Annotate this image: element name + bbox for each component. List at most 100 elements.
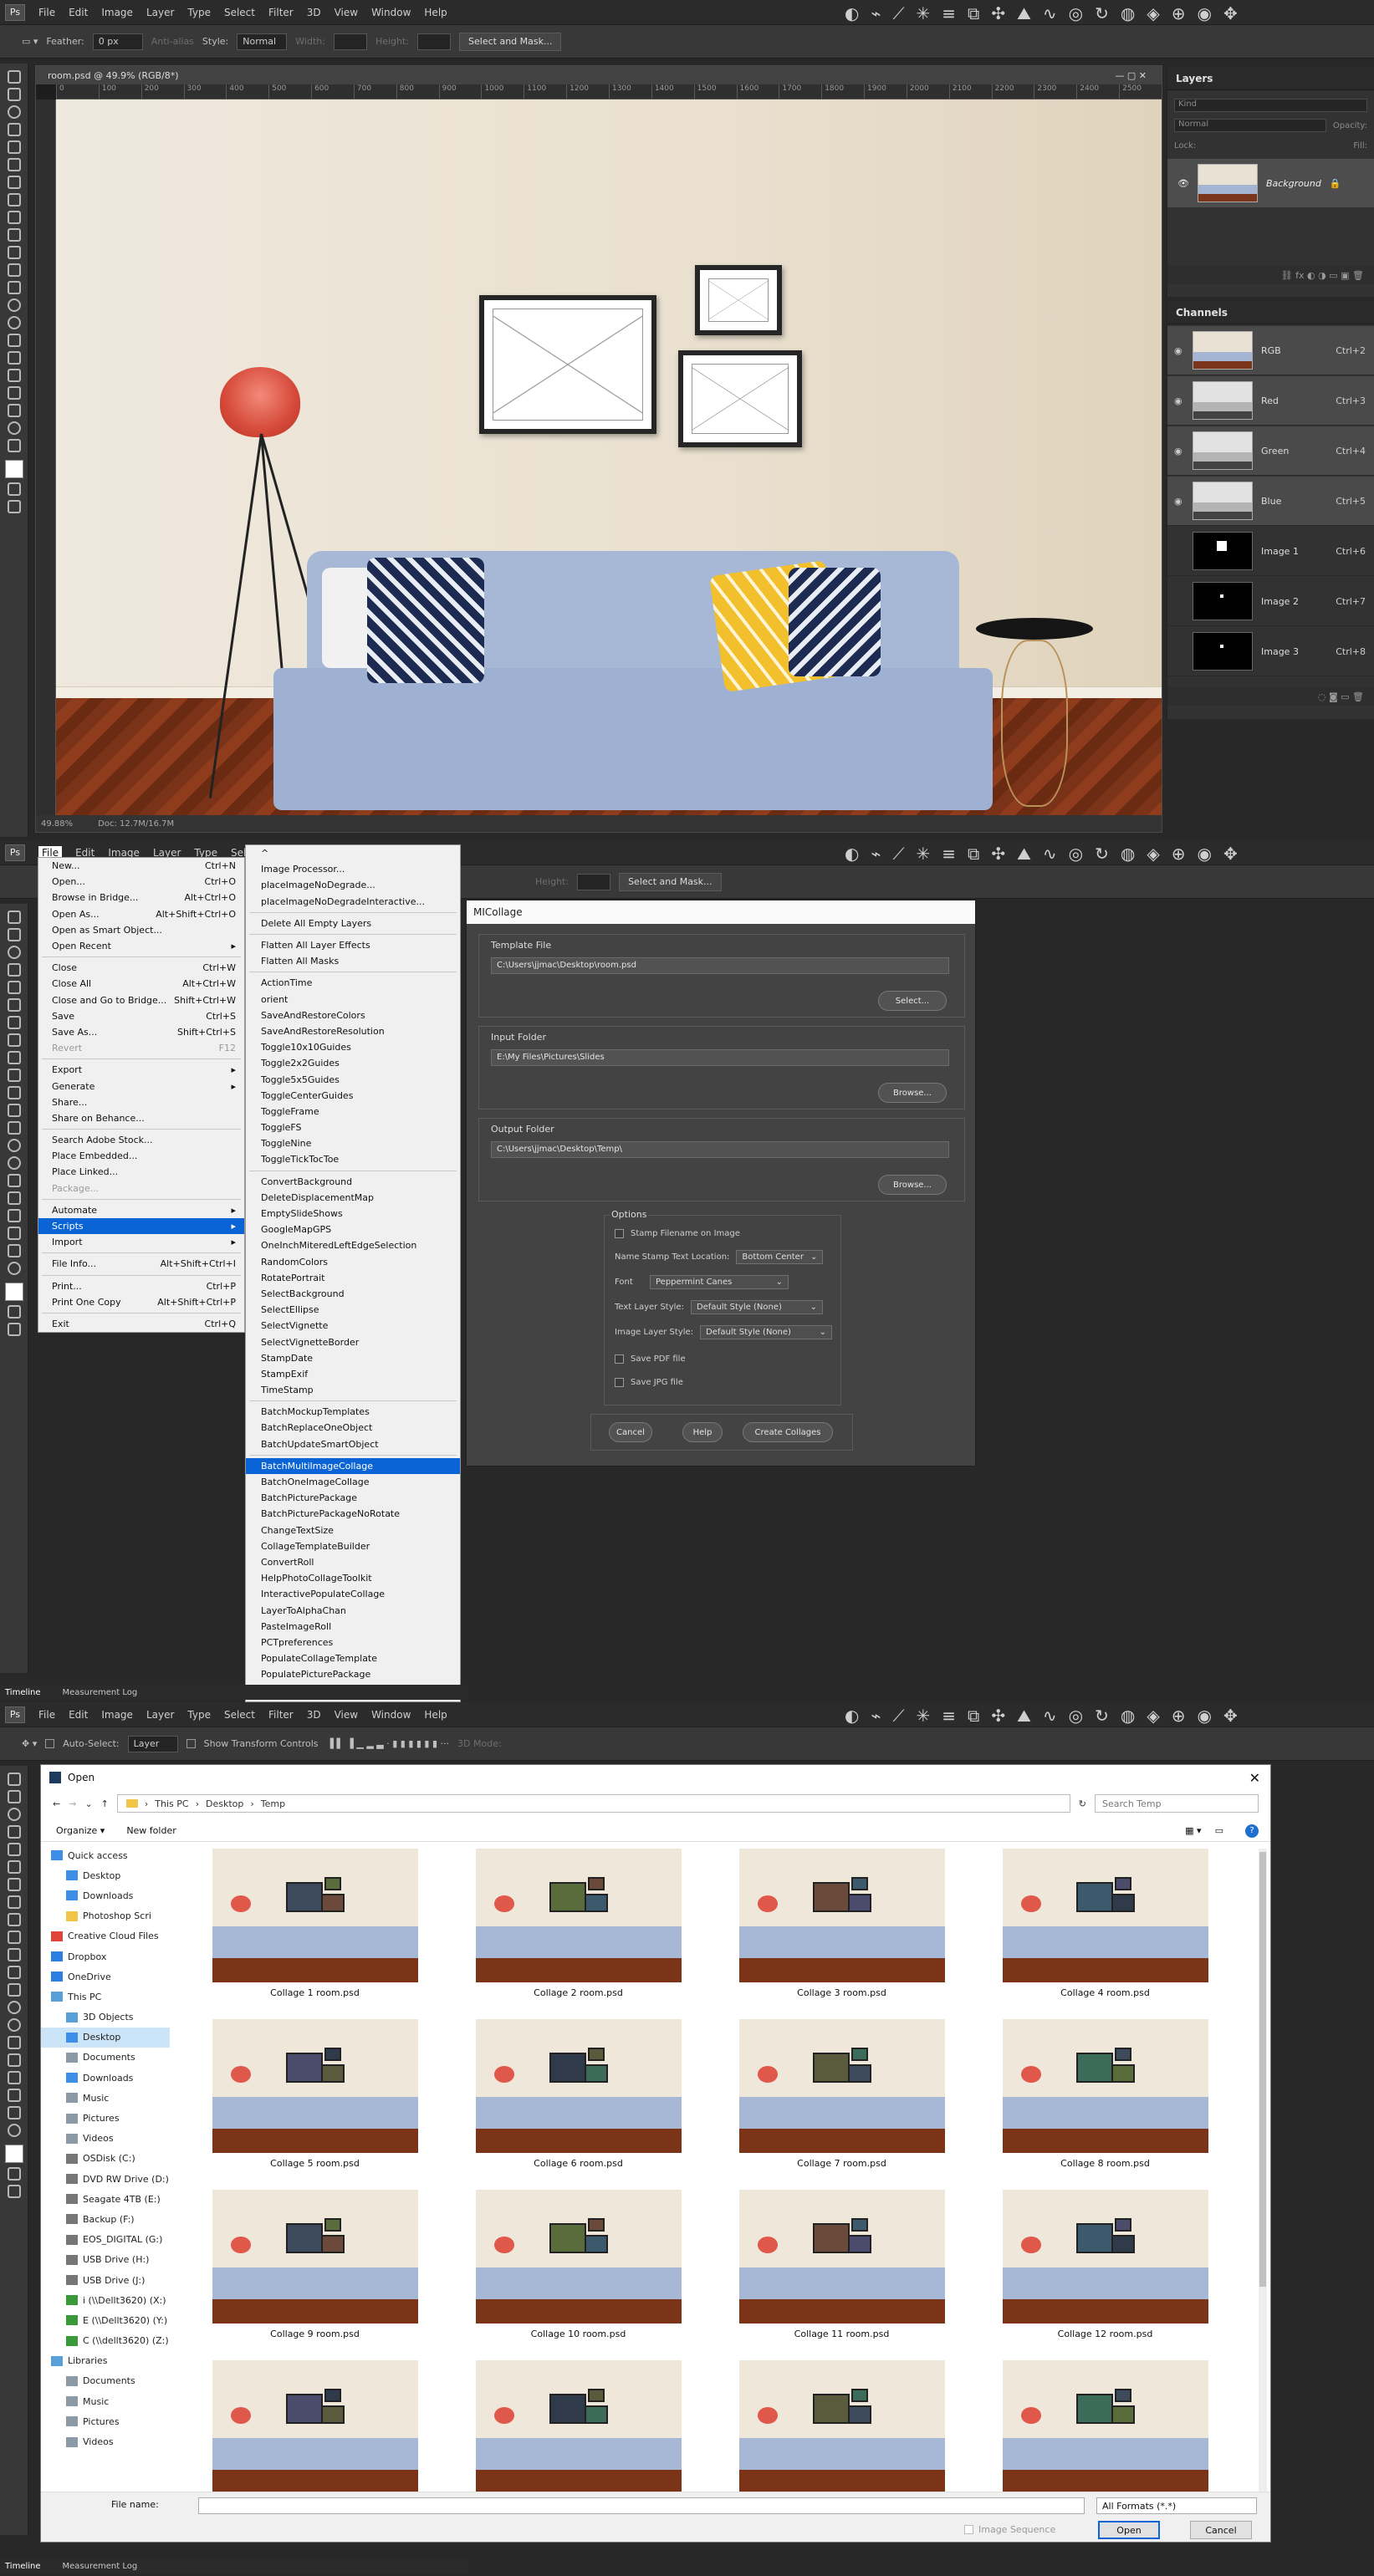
- vertical-scrollbar[interactable]: [1259, 1849, 1267, 2492]
- nav-item[interactable]: i (\\Dellt3620) (X:): [41, 2290, 170, 2310]
- scripts-menu-item[interactable]: ConvertRoll: [246, 1554, 460, 1570]
- dodge-icon[interactable]: [7, 2018, 21, 2032]
- file-tile[interactable]: Collage 6 room.psd: [447, 2019, 710, 2169]
- zoom-level[interactable]: 49.88%: [41, 819, 73, 829]
- template-file-input[interactable]: C:\Users\jjmac\Desktop\room.psd: [491, 957, 949, 974]
- path-select-icon[interactable]: [7, 369, 21, 382]
- style-select[interactable]: Normal: [237, 33, 288, 50]
- color-swatch[interactable]: [4, 2145, 23, 2163]
- breadcrumb-this-pc[interactable]: This PC: [155, 1798, 188, 1809]
- scripts-menu-item[interactable]: ^: [246, 845, 460, 861]
- nav-item[interactable]: This PC: [41, 1987, 170, 2007]
- file-menu-item[interactable]: Open as Smart Object...: [38, 922, 244, 938]
- file-tile[interactable]: Collage 9 room.psd: [183, 2190, 447, 2339]
- file-tile[interactable]: Collage 1 room.psd: [183, 1849, 447, 1998]
- clone-stamp-icon[interactable]: [7, 228, 21, 242]
- file-tile[interactable]: Collage 7 room.psd: [710, 2019, 973, 2169]
- nav-item[interactable]: USB Drive (H:): [41, 2250, 170, 2270]
- file-menu-item[interactable]: Save As... Shift+Ctrl+S: [38, 1024, 244, 1040]
- stamp-filename-checkbox[interactable]: [615, 1228, 624, 1238]
- rectangle-tool-icon[interactable]: [7, 1227, 21, 1240]
- eye-icon[interactable]: ◉: [1174, 446, 1184, 457]
- image-style-select[interactable]: Default Style (None) ⌄: [700, 1324, 833, 1339]
- channels-tab[interactable]: Channels: [1167, 301, 1374, 324]
- nav-item[interactable]: DVD RW Drive (D:): [41, 2169, 170, 2189]
- menu-edit[interactable]: Edit: [69, 1709, 88, 1721]
- scripts-menu-item[interactable]: CollageTemplateBuilder: [246, 1538, 460, 1554]
- scripts-menu-item[interactable]: SelectEllipse: [246, 1302, 460, 1318]
- nav-item[interactable]: Videos: [41, 2431, 170, 2451]
- eraser-icon[interactable]: [7, 263, 21, 277]
- scripts-menu-item[interactable]: SaveAndRestoreResolution: [246, 1023, 460, 1039]
- file-menu-item[interactable]: Import ▸: [38, 1234, 244, 1250]
- transform-icon[interactable]: ✣: [991, 1706, 1005, 1726]
- marquee-tool-icon[interactable]: [7, 928, 21, 941]
- path-select-icon[interactable]: [7, 1209, 21, 1222]
- cylinder-icon[interactable]: ◍: [1121, 3, 1135, 23]
- pan-icon[interactable]: ✥: [1223, 844, 1238, 864]
- frame-tool-icon[interactable]: [7, 998, 21, 1012]
- file-menu-item[interactable]: Browse in Bridge... Alt+Ctrl+O: [38, 890, 244, 905]
- nav-item[interactable]: USB Drive (J:): [41, 2270, 170, 2290]
- nav-item[interactable]: E (\\Dellt3620) (Y:): [41, 2310, 170, 2330]
- crop-tool-icon[interactable]: [7, 1843, 21, 1856]
- scripts-menu-item[interactable]: BatchReplaceOneObject: [246, 1420, 460, 1436]
- nav-item[interactable]: Pictures: [41, 2411, 170, 2431]
- scripts-menu-item[interactable]: ToggleFS: [246, 1120, 460, 1135]
- browse-input-button[interactable]: Browse...: [878, 1083, 947, 1103]
- refresh-icon[interactable]: ↻: [1079, 1798, 1086, 1809]
- scrollbar-thumb[interactable]: [1259, 1852, 1266, 2287]
- scripts-menu-item[interactable]: InteractivePopulateCollage: [246, 1586, 460, 1602]
- file-type-select[interactable]: All Formats (*.*): [1096, 2497, 1257, 2514]
- pen-tool-icon[interactable]: [7, 2036, 21, 2049]
- eyedropper-icon[interactable]: [7, 176, 21, 189]
- menu-window[interactable]: Window: [371, 1709, 411, 1721]
- gradient-icon[interactable]: [7, 1121, 21, 1135]
- feather-input[interactable]: 0 px: [92, 33, 143, 50]
- pen-tool-icon[interactable]: [7, 1174, 21, 1187]
- file-menu-item[interactable]: Place Embedded...: [38, 1148, 244, 1164]
- healing-brush-icon[interactable]: [7, 1895, 21, 1909]
- scripts-menu-item[interactable]: RotatePortrait: [246, 1270, 460, 1286]
- nav-item[interactable]: Downloads: [41, 1885, 170, 1905]
- type-tool-icon[interactable]: [7, 351, 21, 365]
- layer-background[interactable]: 👁 Background 🔒: [1167, 159, 1374, 207]
- blur-icon[interactable]: [7, 298, 21, 312]
- scripts-menu-item[interactable]: StampExif: [246, 1366, 460, 1382]
- tab-timeline[interactable]: Timeline: [5, 2562, 41, 2571]
- file-tile[interactable]: Collage 15 room.psd: [710, 2360, 973, 2492]
- tab-timeline[interactable]: Timeline: [5, 1688, 41, 1697]
- cube-icon[interactable]: ◈: [1147, 3, 1159, 23]
- nav-item[interactable]: C (\\dellt3620) (Z:): [41, 2331, 170, 2351]
- scripts-menu-item[interactable]: RandomColors: [246, 1254, 460, 1270]
- create-collages-button[interactable]: Create Collages: [743, 1422, 833, 1442]
- menu-view[interactable]: View: [335, 1709, 358, 1721]
- scripts-menu-item[interactable]: PasteImageRoll: [246, 1619, 460, 1635]
- quick-mask-icon[interactable]: [7, 482, 21, 496]
- scripts-menu-item[interactable]: placeImageNoDegrade...: [246, 877, 460, 893]
- scripts-menu-item[interactable]: TimeStamp: [246, 1382, 460, 1398]
- scripts-menu-item[interactable]: EmptySlideShows: [246, 1206, 460, 1222]
- menu-edit[interactable]: Edit: [69, 7, 88, 18]
- cylinder-icon[interactable]: ◍: [1121, 844, 1135, 864]
- scripts-menu-item[interactable]: LayerToAlphaChan: [246, 1602, 460, 1618]
- dodge-icon[interactable]: [7, 316, 21, 329]
- eraser-icon[interactable]: [7, 1966, 21, 1979]
- file-menu-item[interactable]: Generate ▸: [38, 1078, 244, 1094]
- file-menu-item[interactable]: Print One Copy Alt+Shift+Ctrl+P: [38, 1294, 244, 1310]
- channel-row[interactable]: ◉ Blue Ctrl+5: [1167, 477, 1374, 526]
- recent-locations-icon[interactable]: ⌄: [84, 1798, 92, 1809]
- file-tile[interactable]: Collage 4 room.psd: [973, 1849, 1237, 1998]
- nav-item[interactable]: Pictures: [41, 2108, 170, 2128]
- curve-icon[interactable]: ⟋: [893, 844, 905, 864]
- scripts-menu-item[interactable]: SelectVignetteBorder: [246, 1334, 460, 1349]
- sphere-icon[interactable]: ◉: [1197, 1706, 1211, 1726]
- pan-icon[interactable]: ✥: [1223, 1706, 1238, 1726]
- clone-stamp-icon[interactable]: [7, 1931, 21, 1944]
- orbit-icon[interactable]: ⊕: [1172, 844, 1186, 864]
- screen-mode-icon[interactable]: [7, 2185, 21, 2198]
- scripts-menu-item[interactable]: ToggleCenterGuides: [246, 1088, 460, 1104]
- file-tile[interactable]: Collage 14 room.psd: [447, 2360, 710, 2492]
- lasso-tool-icon[interactable]: [7, 946, 21, 959]
- file-tile[interactable]: Collage 3 room.psd: [710, 1849, 973, 1998]
